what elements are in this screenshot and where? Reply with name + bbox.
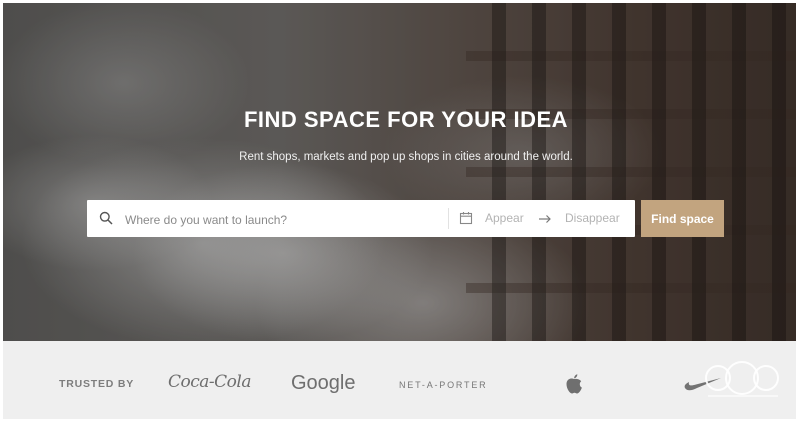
google-logo: Google: [291, 372, 356, 394]
arrow-right-icon: [538, 212, 552, 224]
appear-date-field[interactable]: Appear: [485, 211, 524, 225]
search-icon: [99, 211, 113, 225]
trusted-by-label: TRUSTED BY: [59, 378, 135, 390]
search-divider: [448, 208, 449, 229]
hero-title: FIND SPACE FOR YOUR IDEA: [243, 107, 569, 132]
apple-logo-icon: [565, 373, 583, 395]
hero-overlay: [3, 3, 796, 341]
find-space-button[interactable]: Find space: [641, 200, 724, 237]
net-a-porter-logo: NET-A-PORTER: [399, 380, 488, 390]
coca-cola-logo: Coca-Cola: [168, 372, 251, 392]
trusted-by-bar: TRUSTED BY Coca-Cola Google NET-A-PORTER: [3, 341, 796, 419]
search-bar: Appear Disappear: [87, 200, 635, 237]
calendar-icon[interactable]: [459, 211, 473, 225]
watermark-logo-icon: [698, 358, 786, 402]
hero-subtitle: Rent shops, markets and pop up shops in …: [239, 151, 573, 163]
hero-section: FIND SPACE FOR YOUR IDEA Rent shops, mar…: [3, 3, 796, 341]
disappear-date-field[interactable]: Disappear: [565, 211, 620, 225]
page-frame: FIND SPACE FOR YOUR IDEA Rent shops, mar…: [3, 3, 796, 419]
location-search-input[interactable]: [123, 209, 447, 231]
